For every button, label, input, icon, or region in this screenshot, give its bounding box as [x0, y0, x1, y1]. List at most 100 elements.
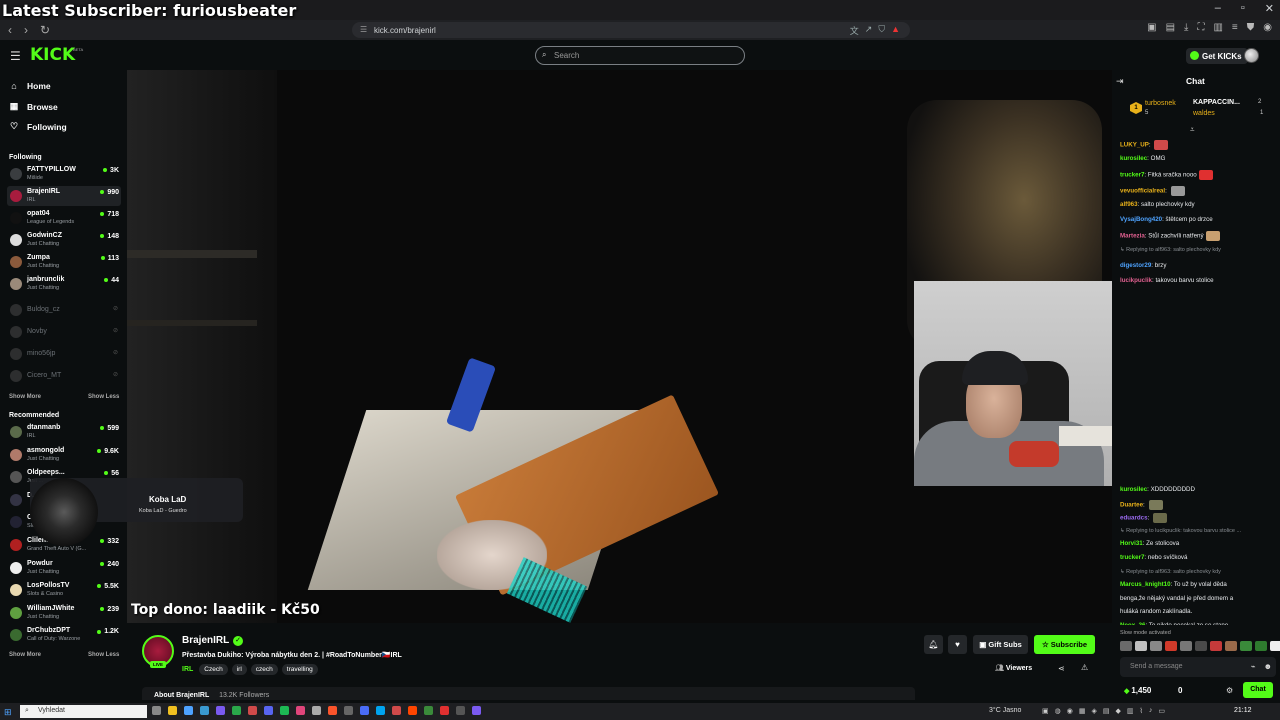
leader-name[interactable]: waldes: [1193, 110, 1215, 117]
offline-channel[interactable]: Buldog_cz ⊘: [7, 300, 121, 320]
share-icon[interactable]: ⋖: [1058, 664, 1065, 673]
app-icon[interactable]: [440, 706, 449, 715]
tag-chip[interactable]: irl: [231, 664, 247, 675]
vpn-icon[interactable]: ⛊: [1247, 22, 1255, 33]
app-icon[interactable]: [360, 706, 369, 715]
app-icon[interactable]: [184, 706, 193, 715]
close-icon[interactable]: ✕: [1265, 2, 1274, 15]
show-less-recommended[interactable]: Show Less: [88, 652, 119, 658]
emote-icon[interactable]: [1255, 641, 1267, 651]
extension-icon[interactable]: ▣: [1147, 22, 1156, 33]
app-icon[interactable]: [168, 706, 177, 715]
following-channel[interactable]: FATTYPILLOW Mišide 3K: [7, 164, 121, 184]
following-channel[interactable]: janbrunclik Just Chatting 44: [7, 274, 121, 294]
reload-icon[interactable]: ↻: [40, 23, 50, 37]
nav-following[interactable]: ♡ Following: [9, 121, 67, 132]
tray-icon[interactable]: ◍: [1055, 707, 1061, 715]
recommended-channel[interactable]: WilliamJWhite Just Chatting 239: [7, 603, 121, 623]
app-icon[interactable]: [232, 706, 241, 715]
tray-icon[interactable]: ◉: [1067, 707, 1073, 715]
menu-icon[interactable]: ≡: [1232, 22, 1238, 33]
chat-username[interactable]: Martezia: [1120, 233, 1145, 240]
shield-icon[interactable]: ⛉: [878, 24, 885, 37]
app-icon[interactable]: [408, 706, 417, 715]
chat-username[interactable]: Duartee: [1120, 501, 1143, 508]
app-icon[interactable]: [280, 706, 289, 715]
site-info-icon[interactable]: ☰: [360, 25, 367, 34]
emote-icon[interactable]: [1150, 641, 1162, 651]
tray-icon[interactable]: ▣: [1042, 707, 1049, 715]
chat-username[interactable]: alf963: [1120, 201, 1138, 208]
chat-username[interactable]: VysajBong420: [1120, 216, 1162, 223]
leader-name[interactable]: KAPPACCIN...: [1193, 99, 1240, 106]
recommended-channel[interactable]: dtanmanb IRL 599: [7, 422, 121, 442]
category-link[interactable]: IRL: [182, 666, 193, 673]
emote-icon[interactable]: [1225, 641, 1237, 651]
forward-icon[interactable]: ›: [24, 23, 28, 37]
task-view-icon[interactable]: [152, 706, 161, 715]
emoji-icon[interactable]: ☻: [1264, 662, 1272, 671]
minimize-icon[interactable]: –: [1215, 2, 1221, 15]
following-channel[interactable]: BrajenIRL IRL 990: [7, 186, 121, 206]
get-kicks-button[interactable]: Get KICKs: [1186, 48, 1248, 64]
wallet-icon[interactable]: ▤: [1166, 22, 1175, 33]
address-bar[interactable]: ☰ kick.com/brajenirl 文 ↗ ⛉ ▲: [352, 22, 910, 38]
app-icon[interactable]: [424, 706, 433, 715]
chat-username[interactable]: Horvi31: [1120, 540, 1143, 547]
windows-start-icon[interactable]: ⊞: [4, 707, 12, 718]
app-icon[interactable]: [376, 706, 385, 715]
extension-icon[interactable]: ▲: [891, 24, 900, 37]
following-channel[interactable]: Zumpa Just Chatting 113: [7, 252, 121, 272]
app-icon[interactable]: [264, 706, 273, 715]
volume-icon[interactable]: ♪: [1149, 707, 1153, 715]
taskbar-search[interactable]: ⌕ Vyhledat: [20, 705, 147, 718]
points-balance[interactable]: 0: [1178, 686, 1182, 695]
app-icon[interactable]: [216, 706, 225, 715]
app-icon[interactable]: [248, 706, 257, 715]
chat-send-button[interactable]: Chat: [1243, 682, 1273, 698]
chat-username[interactable]: trucker7: [1120, 554, 1144, 561]
emote-icon[interactable]: [1270, 641, 1280, 651]
show-more-recommended[interactable]: Show More: [9, 652, 41, 658]
leader-name[interactable]: turbosnek: [1145, 100, 1176, 107]
collapse-chat-icon[interactable]: ⇥: [1116, 76, 1124, 87]
sidebar-icon[interactable]: ▥: [1213, 22, 1222, 33]
tray-icon[interactable]: ▤: [1103, 707, 1110, 715]
app-icon[interactable]: [344, 706, 353, 715]
show-less-following[interactable]: Show Less: [88, 394, 119, 400]
user-avatar[interactable]: [1244, 48, 1259, 63]
tray-icon[interactable]: ◈: [1091, 707, 1096, 715]
chat-username[interactable]: lucikpuclik: [1120, 277, 1152, 284]
maximize-icon[interactable]: ▫: [1241, 2, 1245, 15]
tray-icon[interactable]: ◆: [1115, 707, 1120, 715]
chat-username[interactable]: kurosilec: [1120, 155, 1147, 162]
recommended-channel[interactable]: LosPollosTV Slots & Casino 5.5K: [7, 580, 121, 600]
emote-icon[interactable]: [1195, 641, 1207, 651]
expand-leaderboard-icon[interactable]: ⩡: [1190, 125, 1195, 135]
emote-icon[interactable]: [1240, 641, 1252, 651]
chat-username[interactable]: LUKY_UP: [1120, 142, 1149, 149]
subscribe-button[interactable]: ☆ Subscribe: [1034, 635, 1095, 654]
taskbar-clock[interactable]: 21:12: [1234, 707, 1252, 714]
streamer-name[interactable]: BrajenIRL: [182, 635, 229, 646]
recommended-channel[interactable]: asmongold Just Chatting 9.6K: [7, 445, 121, 465]
app-icon[interactable]: [296, 706, 305, 715]
video-player[interactable]: Top dono: laadiik - Kč50: [127, 70, 1112, 623]
kicks-balance[interactable]: 1,450: [1124, 686, 1151, 695]
tray-icon[interactable]: ▥: [1127, 707, 1134, 715]
nav-browse[interactable]: ▦ Browse: [9, 101, 58, 112]
kick-command-icon[interactable]: ⌁: [1251, 662, 1256, 671]
recommended-channel[interactable]: DrChubzDPT Call of Duty: Warzone 1.2K: [7, 625, 121, 645]
search-input[interactable]: ⌕ Search: [535, 46, 745, 65]
offline-channel[interactable]: Cicero_MT ⊘: [7, 366, 121, 386]
download-icon[interactable]: ⤓: [1184, 22, 1188, 33]
chat-username[interactable]: digestor29: [1120, 262, 1151, 269]
profile-icon[interactable]: ◉: [1263, 22, 1272, 33]
chat-username[interactable]: kurosilec: [1120, 486, 1147, 493]
recommended-channel[interactable]: Powdur Just Chatting 240: [7, 558, 121, 578]
notification-bell-button[interactable]: 🔔︎: [924, 635, 943, 654]
chat-username[interactable]: eduardcs: [1120, 515, 1148, 522]
tray-icon[interactable]: ▦: [1079, 707, 1086, 715]
app-icon[interactable]: [456, 706, 465, 715]
wifi-icon[interactable]: ⌇: [1140, 707, 1143, 715]
